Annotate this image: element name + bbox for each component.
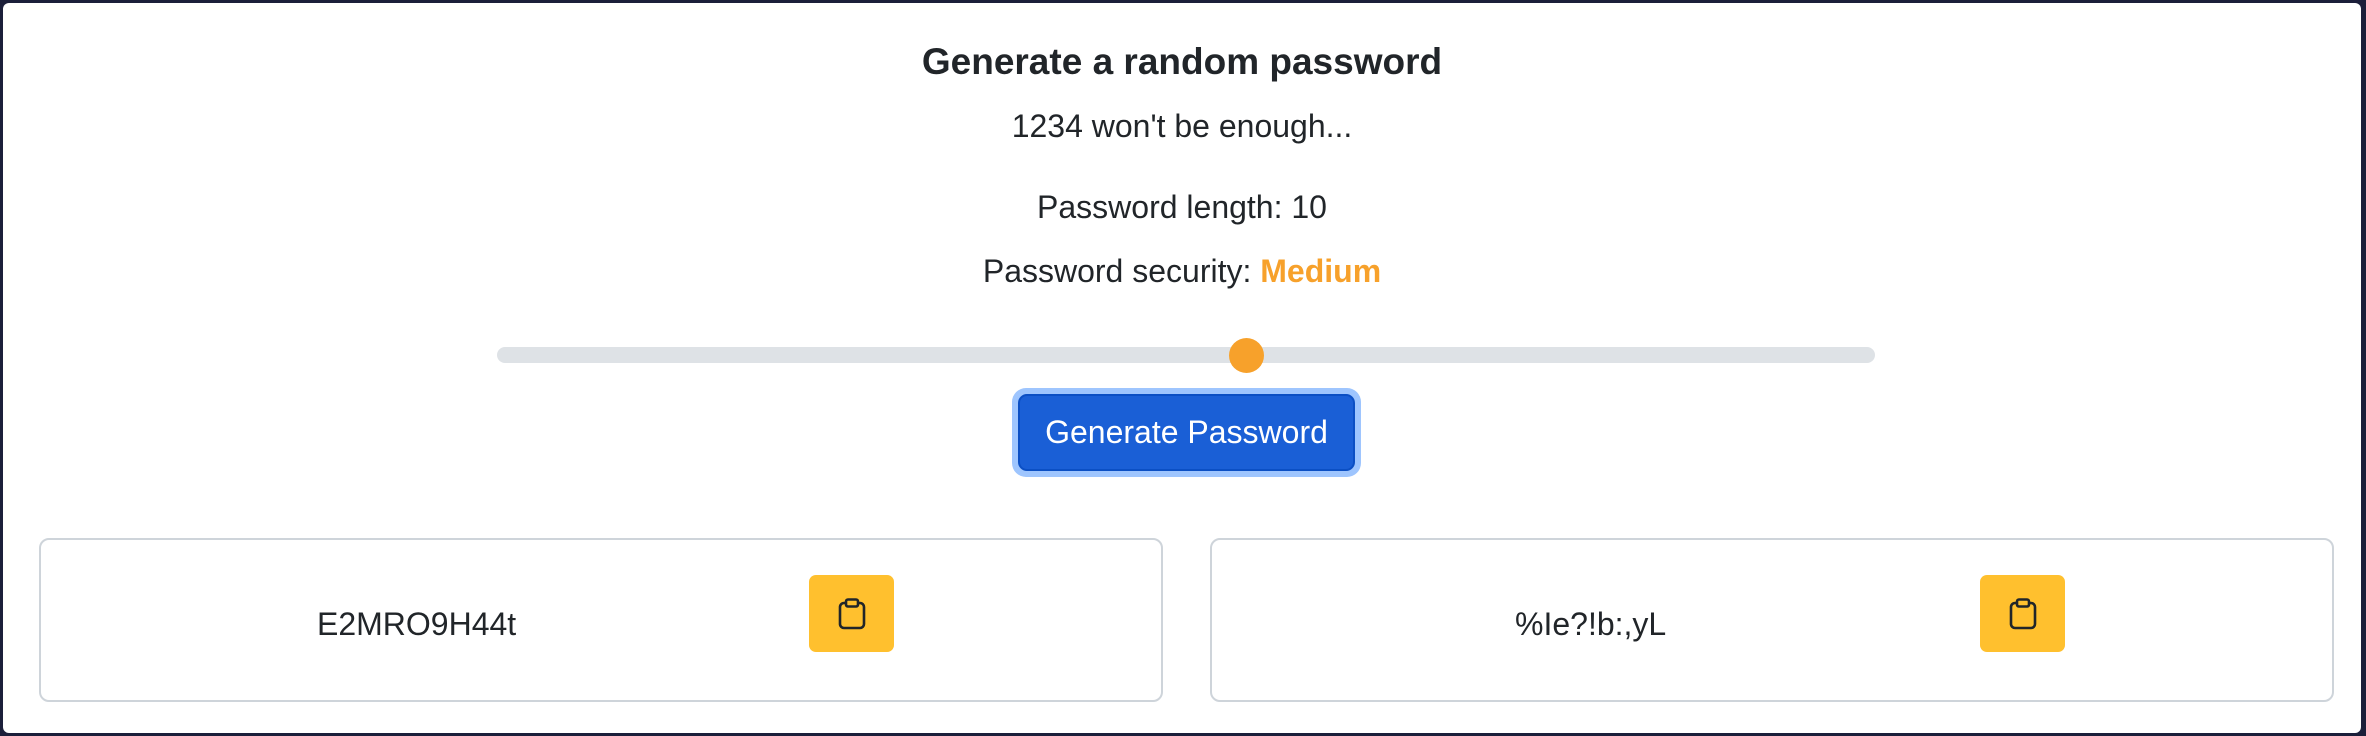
generate-password-button[interactable]: Generate Password (1018, 394, 1355, 471)
copy-password-button[interactable] (1980, 575, 2065, 652)
page-title: Generate a random password (921, 41, 1443, 82)
app-window: Generate a random password 1234 won't be… (3, 3, 2361, 733)
password-card: %Ie?!b:,yL (1210, 538, 2334, 702)
password-length-slider[interactable] (497, 347, 1875, 363)
password-security-row: Password security: Medium (3, 253, 2361, 290)
password-security-label: Password security: (982, 253, 1261, 289)
password-length-label: Password length: 10 (1037, 189, 1327, 225)
password-value: %Ie?!b:,yL (1515, 606, 1667, 642)
page-subtitle: 1234 won't be enough... (1011, 108, 1353, 144)
password-value: E2MRO9H44t (317, 606, 517, 642)
generate-button-focus-ring: Generate Password (1012, 388, 1361, 477)
password-card: E2MRO9H44t (39, 538, 1163, 702)
clipboard-icon (2008, 597, 2038, 630)
copy-password-button[interactable] (809, 575, 894, 652)
clipboard-icon (837, 597, 867, 630)
password-security-value: Medium (1260, 253, 1382, 289)
slider-thumb[interactable] (1229, 338, 1264, 373)
